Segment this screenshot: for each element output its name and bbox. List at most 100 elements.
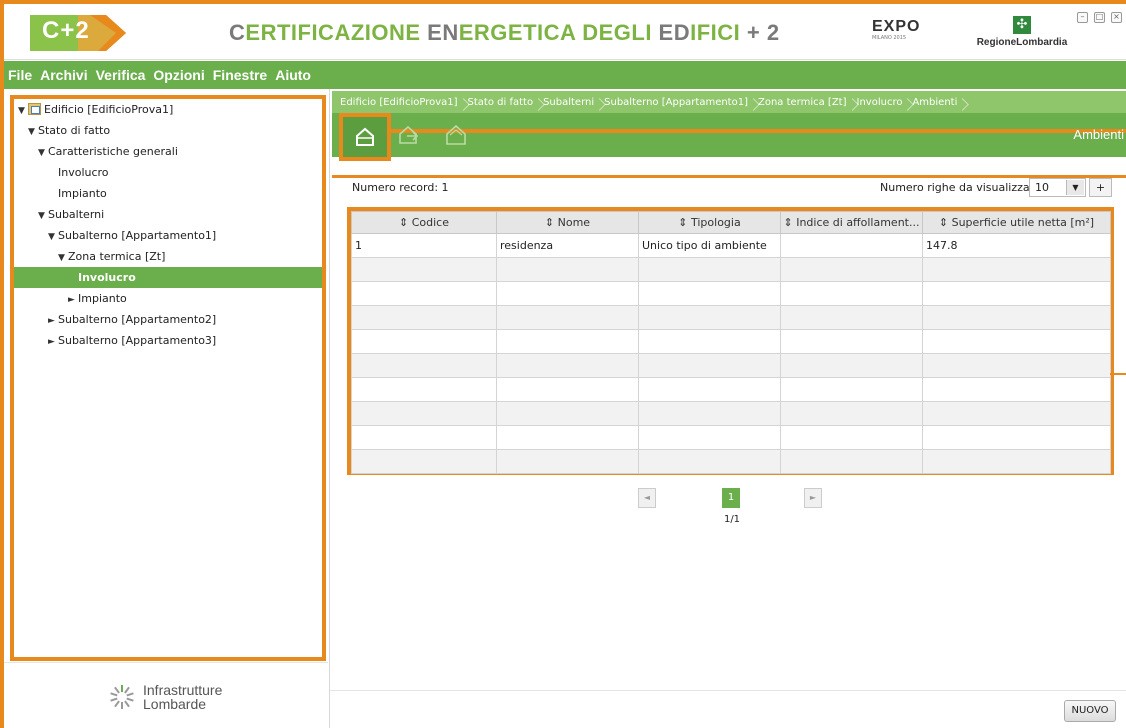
- collapsed-arrow-icon[interactable]: ►: [68, 290, 78, 311]
- table-cell: [638, 305, 781, 330]
- menu-opzioni[interactable]: Opzioni: [149, 67, 208, 83]
- table-cell: [780, 425, 923, 450]
- tree-item[interactable]: Impianto: [14, 183, 322, 204]
- tree-item[interactable]: Involucro: [14, 162, 322, 183]
- title-part: EN: [427, 20, 459, 45]
- title-part: ERGETICA DEGLI: [458, 20, 659, 45]
- expanded-arrow-icon[interactable]: ▼: [48, 227, 58, 248]
- tree-item[interactable]: ▼ Edificio [EdificioProva1]: [14, 99, 322, 120]
- breadcrumb-item[interactable]: Subalterni: [539, 97, 600, 108]
- table-row-empty: [351, 449, 1111, 474]
- table-cell: [496, 257, 639, 282]
- table-cell: [351, 425, 497, 450]
- tree-item[interactable]: Involucro: [14, 267, 322, 288]
- minimize-icon[interactable]: –: [1077, 12, 1088, 23]
- prev-page-button[interactable]: ◄: [638, 488, 656, 508]
- table-cell: [351, 377, 497, 402]
- tree-item[interactable]: ▼ Subalterni: [14, 204, 322, 225]
- column-header[interactable]: ⇕ Nome: [496, 211, 639, 234]
- tree-item[interactable]: ▼ Caratteristiche generali: [14, 141, 322, 162]
- bottom-bar: [330, 690, 1126, 728]
- column-header[interactable]: ⇕ Superficie utile netta [m²]: [922, 211, 1111, 234]
- app-title: CERTIFICAZIONE ENERGETICA DEGLI EDIFICI …: [229, 20, 780, 46]
- next-page-button[interactable]: ►: [804, 488, 822, 508]
- table-row-empty: [351, 257, 1111, 282]
- tree-item[interactable]: ► Subalterno [Appartamento2]: [14, 309, 322, 330]
- expanded-arrow-icon[interactable]: ▼: [28, 122, 38, 143]
- expanded-arrow-icon[interactable]: ▼: [38, 143, 48, 164]
- table-cell: [351, 401, 497, 426]
- breadcrumb-item[interactable]: Stato di fatto: [464, 97, 540, 108]
- breadcrumb-item[interactable]: Ambienti: [908, 97, 963, 108]
- collapsed-arrow-icon[interactable]: ►: [48, 332, 58, 353]
- tree-item[interactable]: ► Impianto: [14, 288, 322, 309]
- table-row[interactable]: 1 residenza Unico tipo di ambiente 147.8: [351, 233, 1111, 258]
- ambienti-grid: ⇕ Codice ⇕ Nome ⇕ Tipologia ⇕ Indice di aff…: [347, 207, 1114, 475]
- house-outline-icon: [446, 124, 466, 145]
- page-1-button[interactable]: 1: [722, 488, 740, 508]
- menu-verifica[interactable]: Verifica: [92, 67, 150, 83]
- table-cell: [780, 329, 923, 354]
- tree-item[interactable]: ▼ Subalterno [Appartamento1]: [14, 225, 322, 246]
- rows-per-page-value: 10: [1035, 181, 1049, 194]
- infra-ray: [126, 692, 134, 697]
- infra-ray: [114, 700, 120, 708]
- tree-item-label: Subalterni: [48, 208, 105, 221]
- table-cell: [780, 449, 923, 474]
- tree-item[interactable]: ► Subalterno [Appartamento3]: [14, 330, 322, 351]
- table-cell: [496, 353, 639, 378]
- infrastrutture-mark-icon: [109, 684, 135, 710]
- expanded-arrow-icon[interactable]: ▼: [38, 206, 48, 227]
- expanded-arrow-icon[interactable]: ▼: [18, 101, 28, 122]
- table-row-empty: [351, 281, 1111, 306]
- menu-bar: File Archivi Verifica Opzioni Finestre Aiuto: [4, 61, 1126, 89]
- rows-add-button[interactable]: +: [1089, 178, 1112, 197]
- breadcrumb-item[interactable]: Involucro: [853, 97, 909, 108]
- menu-file[interactable]: File: [4, 67, 36, 83]
- table-cell: [638, 377, 781, 402]
- column-header[interactable]: ⇕ Codice: [351, 211, 497, 234]
- infra-ray: [124, 700, 130, 708]
- tree-item[interactable]: ▼ Zona termica [Zt]: [14, 246, 322, 267]
- menu-aiuto[interactable]: Aiuto: [271, 67, 315, 83]
- tree-item-label: Caratteristiche generali: [48, 145, 178, 158]
- table-cell: [496, 305, 639, 330]
- breadcrumb-item[interactable]: Zona termica [Zt]: [754, 97, 853, 108]
- tree-item-label: Impianto: [58, 187, 107, 200]
- table-row-empty: [351, 425, 1111, 450]
- export-house-icon: [399, 125, 419, 144]
- table-cell: [780, 377, 923, 402]
- table-cell: [496, 377, 639, 402]
- table-cell: [922, 281, 1111, 306]
- building-icon: [28, 103, 41, 115]
- export-button[interactable]: [388, 115, 430, 155]
- table-cell: [638, 257, 781, 282]
- record-count: Numero record: 1: [352, 181, 449, 194]
- breadcrumb-item[interactable]: Subalterno [Appartamento1]: [600, 97, 754, 108]
- close-icon[interactable]: ×: [1111, 12, 1122, 23]
- collapsed-arrow-icon[interactable]: ►: [48, 311, 58, 332]
- toolbar: Ambienti: [332, 113, 1126, 161]
- infrastrutture-logo: Infrastrutture Lombarde: [109, 683, 222, 711]
- panel-splitter[interactable]: [329, 89, 330, 728]
- breadcrumb-item[interactable]: Edificio [EdificioProva1]: [336, 97, 464, 108]
- expanded-arrow-icon[interactable]: ▼: [58, 248, 68, 269]
- chevron-down-icon[interactable]: ▼: [1066, 180, 1084, 195]
- home-button[interactable]: [339, 113, 391, 161]
- menu-finestre[interactable]: Finestre: [209, 67, 271, 83]
- title-part: IFICI: [690, 20, 741, 45]
- tree-panel: ▼ Edificio [EdificioProva1] ▼ Stato di fatt…: [10, 95, 326, 661]
- column-header[interactable]: ⇕ Indice di affollament...: [780, 211, 923, 234]
- regione-lombardia-logo: ✣ RegioneLombardia: [972, 16, 1072, 56]
- infra-ray: [126, 697, 134, 702]
- maximize-icon[interactable]: □: [1094, 12, 1105, 23]
- tree-item[interactable]: ▼ Stato di fatto: [14, 120, 322, 141]
- rows-per-page-select[interactable]: 10 ▼: [1029, 178, 1086, 197]
- table-row-empty: [351, 305, 1111, 330]
- nuovo-button[interactable]: NUOVO: [1064, 700, 1116, 722]
- import-button[interactable]: [435, 115, 477, 155]
- column-header[interactable]: ⇕ Tipologia: [638, 211, 781, 234]
- menu-archivi[interactable]: Archivi: [36, 67, 91, 83]
- tree-item-label: Involucro: [58, 166, 109, 179]
- table-cell: [922, 377, 1111, 402]
